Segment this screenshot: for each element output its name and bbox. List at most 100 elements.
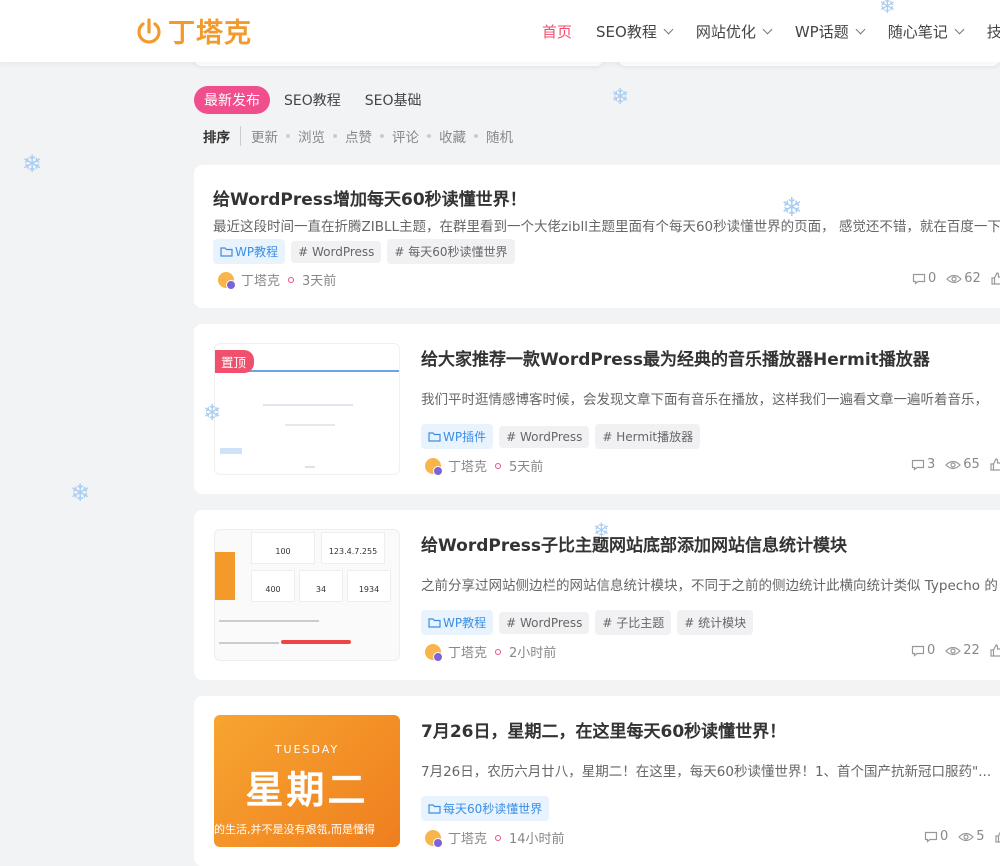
tab-seo-tutorial[interactable]: SEO教程 <box>274 86 351 114</box>
like-button[interactable]: 1 <box>994 829 1000 844</box>
sort-views[interactable]: 浏览 <box>298 126 325 146</box>
eye-icon <box>945 460 962 469</box>
tab-latest[interactable]: 最新发布 <box>194 86 270 114</box>
comment-count[interactable]: 0 <box>912 271 936 286</box>
thumbnail-stat-value: 34 <box>315 585 327 594</box>
sort-random[interactable]: 随机 <box>486 126 513 146</box>
tag[interactable]: # 每天60秒读懂世界 <box>387 239 515 264</box>
nav-label: 网站优化 <box>695 22 756 41</box>
thumbnail-lines <box>219 642 279 644</box>
sort-updated[interactable]: 更新 <box>251 126 278 146</box>
post-card[interactable]: 置顶 给大家推荐一款WordPress最为经典的音乐播放器Hermit播放器 我… <box>194 324 1000 494</box>
post-thumbnail[interactable]: 置顶 <box>214 343 400 475</box>
avatar[interactable] <box>425 829 443 848</box>
like-button[interactable]: 1 <box>991 271 1000 286</box>
comment-count-value: 3 <box>927 457 936 472</box>
nav-label: SEO教程 <box>596 22 657 41</box>
category-tag[interactable]: 每天60秒读懂世界 <box>421 796 550 821</box>
thumbnail-stat-value: 100 <box>275 547 291 556</box>
pinned-label: 置顶 <box>221 355 247 370</box>
nav-item-site-optimization[interactable]: 网站优化 <box>695 21 773 42</box>
tab-seo-basics[interactable]: SEO基础 <box>355 86 432 114</box>
comment-count-value: 0 <box>928 271 937 286</box>
post-card[interactable]: TUESDAY 星期二 的生活,并不是没有艰瓴,而是懂得 7月26日，星期二，在… <box>194 696 1000 866</box>
comment-icon <box>912 273 926 285</box>
comment-count[interactable]: 0 <box>911 643 935 658</box>
avatar[interactable] <box>425 643 443 662</box>
thumbnail-redline <box>281 640 351 644</box>
thumbnail-stat-value: 400 <box>265 585 281 594</box>
tag[interactable]: # 统计模块 <box>677 610 754 635</box>
view-count-value: 62 <box>964 271 981 286</box>
thumbnail-weekday-en: TUESDAY <box>214 743 400 756</box>
post-stats: 3 65 1 <box>911 457 1000 472</box>
tag[interactable]: # 子比主题 <box>595 610 672 635</box>
weekday-cn-text: 星期二 <box>245 768 369 812</box>
post-time: 3天前 <box>302 274 337 289</box>
post-thumbnail[interactable]: 100 123.4.7.255 400 34 1934 <box>214 529 400 661</box>
sort-comments[interactable]: 评论 <box>392 126 419 146</box>
tag-list: WP教程 # WordPress # 子比主题 # 统计模块 <box>421 610 759 635</box>
thumbnail-orange-block <box>215 552 235 600</box>
like-button[interactable]: 1 <box>990 643 1000 658</box>
pinned-badge: 置顶 <box>215 350 255 373</box>
tag[interactable]: # WordPress <box>499 425 590 448</box>
thumbnail-caption: 的生活,并不是没有艰瓴,而是懂得 <box>214 821 400 837</box>
folder-icon <box>428 618 441 628</box>
sort-likes[interactable]: 点赞 <box>345 126 372 146</box>
logo-text: 丁塔克 <box>168 18 252 49</box>
nav-item-seo[interactable]: SEO教程 <box>596 21 674 42</box>
post-title[interactable]: 给大家推荐一款WordPress最为经典的音乐播放器Hermit播放器 <box>421 345 1000 370</box>
nav-item-wp-topics[interactable]: WP话题 <box>795 21 866 42</box>
tag[interactable]: # WordPress <box>291 240 382 263</box>
site-logo[interactable]: 丁塔克 <box>134 11 252 50</box>
folder-icon <box>428 804 441 814</box>
author-name[interactable]: 丁塔克 <box>241 270 280 289</box>
comment-count[interactable]: 0 <box>924 829 948 844</box>
thumbnail-stat-value: 1934 <box>358 585 380 594</box>
post-title[interactable]: 给WordPress增加每天60秒读懂世界！ <box>213 185 1000 210</box>
thumbs-up-icon <box>991 272 1000 285</box>
nav-label: 技术文 <box>986 22 1000 41</box>
sort-label: 排序 <box>203 126 241 146</box>
post-title[interactable]: 7月26日，星期二，在这里每天60秒读懂世界！ <box>421 717 1000 742</box>
post-title[interactable]: 给WordPress子比主题网站底部添加网站信息统计模块 <box>421 531 1000 556</box>
nav-item-home[interactable]: 首页 <box>542 21 572 42</box>
view-count: 65 <box>945 457 980 472</box>
sort-favorites[interactable]: 收藏 <box>439 126 466 146</box>
category-tag[interactable]: WP教程 <box>421 610 494 635</box>
dot-icon <box>288 276 295 283</box>
post-card[interactable]: 100 123.4.7.255 400 34 1934 给WordPress子比… <box>194 510 1000 680</box>
post-thumbnail[interactable]: TUESDAY 星期二 的生活,并不是没有艰瓴,而是懂得 <box>214 715 400 847</box>
tag-list: WP教程 # WordPress # 每天60秒读懂世界 <box>213 239 521 264</box>
thumbnail-weekday-cn: 星期二 <box>214 759 400 814</box>
category-tag[interactable]: WP插件 <box>421 424 494 449</box>
separator-dot <box>333 134 337 138</box>
avatar[interactable] <box>425 457 443 476</box>
like-button[interactable]: 1 <box>990 457 1000 472</box>
comment-icon <box>924 831 938 843</box>
author-name[interactable]: 丁塔克 <box>448 828 487 847</box>
comment-count[interactable]: 3 <box>911 457 935 472</box>
post-card[interactable]: 给WordPress增加每天60秒读懂世界！ 最近这段时间一直在折腾ZIBLL主… <box>194 165 1000 308</box>
category-tag[interactable]: WP教程 <box>213 239 286 264</box>
tag[interactable]: # WordPress <box>499 611 590 634</box>
tag[interactable]: # Hermit播放器 <box>595 424 701 449</box>
post-time: 14小时前 <box>509 832 565 847</box>
post-meta: 丁塔克 3天前 <box>218 270 337 290</box>
author-name[interactable]: 丁塔克 <box>448 642 487 661</box>
eye-icon <box>945 646 962 655</box>
site-header: 丁塔克 首页 SEO教程 网站优化 WP话题 随心笔记 技术文 <box>0 0 1000 62</box>
nav-item-notes[interactable]: 随心笔记 <box>888 21 965 42</box>
category-label: WP教程 <box>443 616 487 630</box>
tag-list: 每天60秒读懂世界 <box>421 796 555 821</box>
post-time: 5天前 <box>509 460 544 475</box>
avatar[interactable] <box>218 271 236 290</box>
post-excerpt: 最近这段时间一直在折腾ZIBLL主题，在群里看到一个大佬zibll主题里面有个每… <box>213 219 1000 235</box>
nav-item-tech[interactable]: 技术文 <box>987 21 1000 42</box>
thumbnail-stat-box: 123.4.7.255 <box>321 532 385 564</box>
author-name[interactable]: 丁塔克 <box>448 456 487 475</box>
post-excerpt: 我们平时逛情感博客时候，会发现文章下面有音乐在播放，这样我们一遍看文章一遍听着音… <box>421 392 988 408</box>
dot-icon <box>495 648 502 655</box>
chevron-down-icon <box>855 24 866 34</box>
